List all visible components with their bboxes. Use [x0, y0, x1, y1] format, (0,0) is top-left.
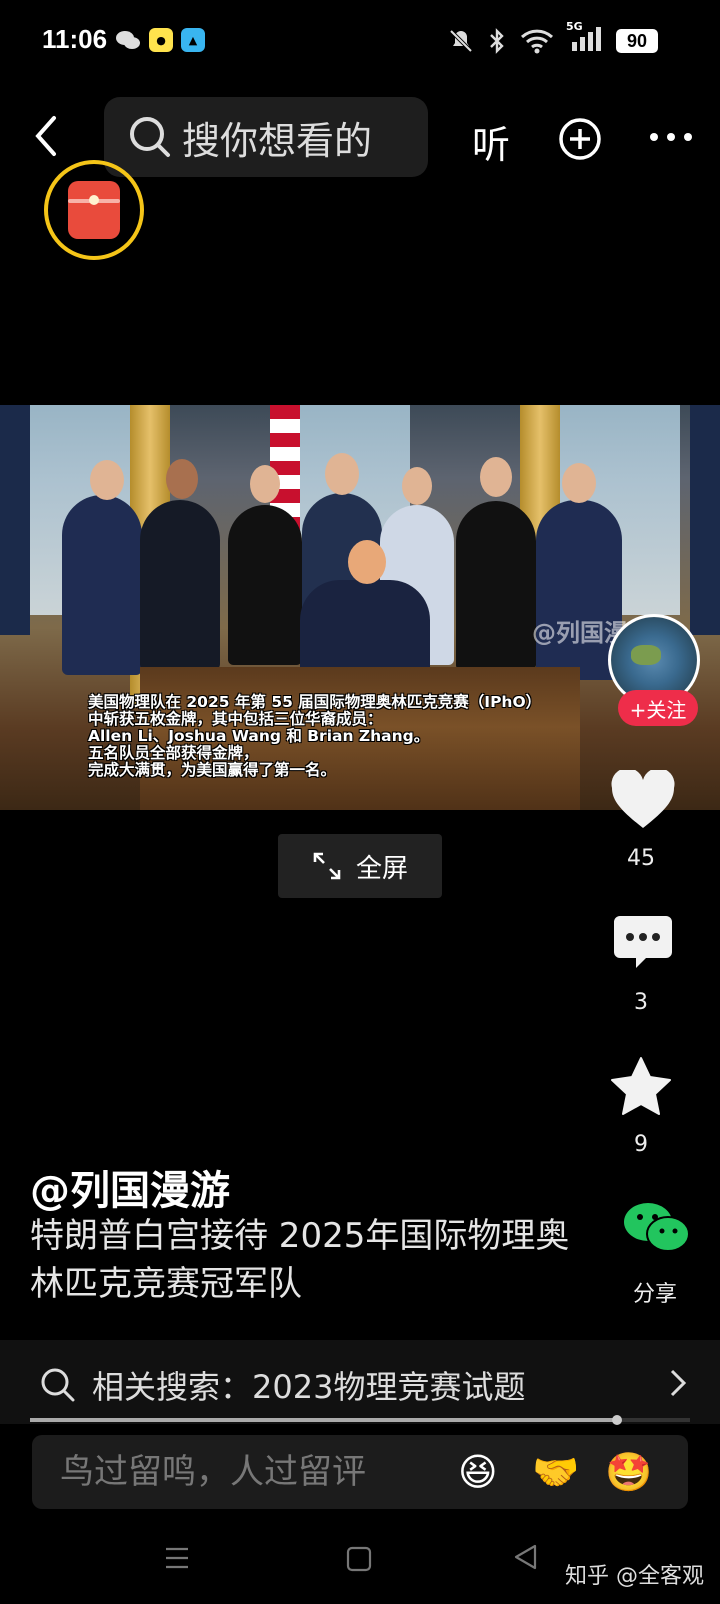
- fullscreen-label: 全屏: [355, 853, 408, 884]
- comment-input[interactable]: [58, 1451, 442, 1493]
- more-dots-icon: [650, 133, 692, 141]
- photo-person: [62, 495, 142, 675]
- share-button[interactable]: [622, 1200, 690, 1260]
- star-icon: [611, 1057, 671, 1115]
- like-button[interactable]: [610, 767, 676, 834]
- follow-button[interactable]: +关注: [618, 690, 698, 726]
- photo-person-head: [166, 459, 198, 499]
- photo-person-head: [250, 465, 280, 503]
- status-time: 11:06: [42, 24, 108, 54]
- avatar-globe-land: [631, 645, 661, 665]
- mute-icon: [449, 29, 473, 53]
- heart-icon: [611, 767, 675, 828]
- emoji-star-eyes-button[interactable]: 🤩: [605, 1450, 652, 1495]
- expand-icon: [313, 852, 341, 880]
- photo-person: [140, 500, 220, 670]
- zhihu-watermark: 知乎 @全客观: [565, 1564, 704, 1589]
- comment-input-box[interactable]: [32, 1435, 688, 1509]
- chat-bubbles-icon: [115, 28, 141, 56]
- comment-count: 3: [634, 990, 648, 1015]
- back-nav-icon[interactable]: [512, 1543, 538, 1571]
- comment-button[interactable]: [612, 914, 674, 976]
- network-type: 5G: [566, 20, 583, 33]
- emoji-laugh-button[interactable]: 😆: [458, 1450, 498, 1494]
- wechat-icon: [624, 1203, 690, 1252]
- bluetooth-icon: [490, 28, 504, 54]
- plus-circle-icon: [559, 118, 601, 160]
- battery-indicator: 90: [616, 29, 658, 53]
- photo-caption: 美国物理队在 2025 年第 55 届国际物理奥林匹克竞赛（IPhO） 中斩获五…: [88, 693, 542, 779]
- emoji-handshake-button[interactable]: 🤝: [532, 1450, 579, 1495]
- wifi-icon: [520, 29, 554, 54]
- search-input[interactable]: 搜你想看的: [104, 97, 428, 177]
- photo-person-head: [480, 457, 512, 497]
- favorite-count: 9: [634, 1132, 648, 1157]
- like-count: 45: [627, 846, 655, 871]
- listen-button[interactable]: 听: [472, 114, 510, 169]
- status-app-icons: ● ▲: [115, 28, 205, 56]
- favorite-button[interactable]: [610, 1056, 672, 1120]
- related-search-bar[interactable]: 相关搜索：2023物理竞赛试题: [0, 1340, 720, 1424]
- chevron-right-icon: [670, 1369, 687, 1397]
- photo-flag: [0, 405, 30, 635]
- back-button[interactable]: [30, 112, 66, 160]
- search-placeholder: 搜你想看的: [182, 118, 373, 163]
- photo-person-head: [90, 460, 124, 500]
- home-nav-icon[interactable]: [346, 1546, 372, 1572]
- post-description: 特朗普白宫接待 2025年国际物理奥林匹克竞赛冠军队: [30, 1216, 570, 1304]
- yellow-app-icon: ●: [149, 28, 173, 52]
- photo-person: [456, 501, 536, 671]
- chevron-left-icon: [35, 116, 56, 156]
- photo-person-head: [348, 540, 386, 584]
- status-indicators: 5G 90: [448, 20, 658, 56]
- cell-signal-icon: 5G: [566, 20, 602, 56]
- post-photo[interactable]: @列国漫游 美国物理队在 2025 年第 55 届国际物理奥林匹克竞赛（IPhO…: [0, 405, 720, 810]
- photo-person-head: [402, 467, 432, 505]
- blue-app-icon: ▲: [181, 28, 205, 52]
- related-search-label: 相关搜索：2023物理竞赛试题: [92, 1368, 526, 1406]
- search-icon: [130, 117, 170, 157]
- progress-fill: [30, 1418, 618, 1422]
- more-button[interactable]: [648, 127, 694, 147]
- menu-nav-icon[interactable]: [164, 1546, 190, 1570]
- share-label: 分享: [632, 1282, 677, 1307]
- add-button[interactable]: [558, 117, 602, 161]
- red-envelope-button[interactable]: [44, 160, 144, 260]
- photo-person: [228, 505, 302, 665]
- fullscreen-button[interactable]: 全屏: [278, 834, 442, 898]
- photo-person-head: [325, 453, 359, 495]
- photo-flag: [690, 405, 720, 635]
- red-envelope-icon: [68, 181, 120, 239]
- photo-person-head: [562, 463, 596, 503]
- search-icon: [41, 1368, 75, 1402]
- author-name[interactable]: @列国漫游: [30, 1158, 230, 1216]
- comment-icon: [614, 916, 672, 968]
- video-progress-bar[interactable]: [30, 1415, 690, 1425]
